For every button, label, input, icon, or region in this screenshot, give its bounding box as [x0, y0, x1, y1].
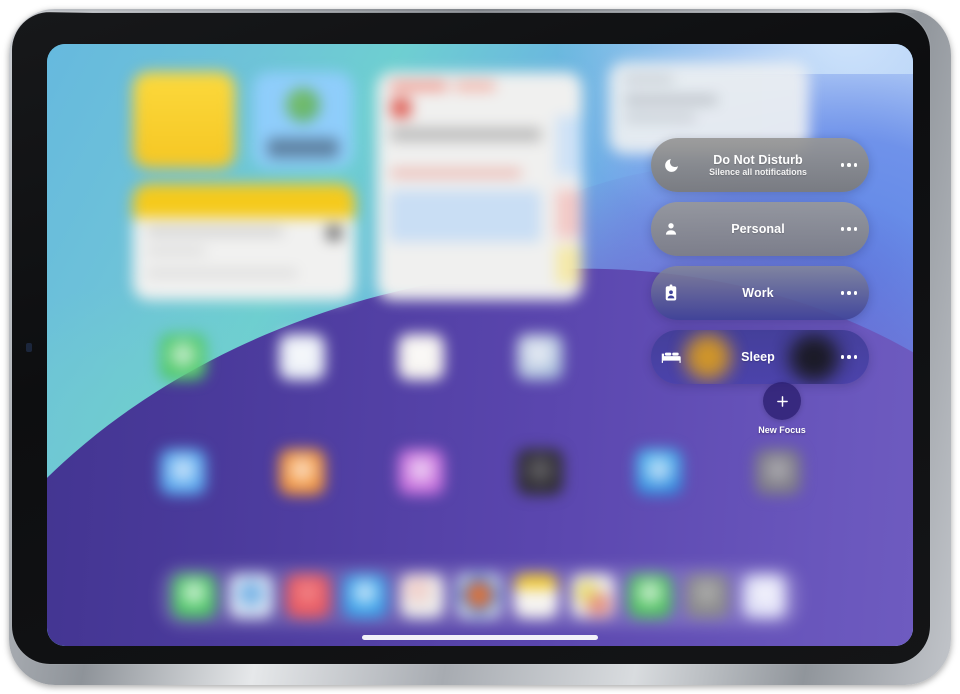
- ipad-screen: Do Not Disturb Silence all notifications…: [47, 44, 913, 646]
- dock-icon-notes[interactable]: [514, 574, 558, 618]
- focus-item-sleep[interactable]: Sleep: [651, 330, 869, 384]
- widget-text-bar: [267, 138, 339, 158]
- dock-icon-purple-white[interactable]: [742, 574, 786, 618]
- dock-icon-photos[interactable]: [457, 574, 501, 618]
- widget-line: [625, 114, 695, 121]
- focus-item-title: Do Not Disturb: [713, 152, 803, 167]
- dock-icon-green[interactable]: [172, 574, 216, 618]
- dock-icon-gray[interactable]: [685, 574, 729, 618]
- app-icon-photos-blue[interactable]: [636, 449, 682, 495]
- app-icon-white[interactable]: [398, 334, 444, 380]
- widget-line: [391, 128, 541, 141]
- widget-block: [556, 246, 582, 284]
- dock-icon-white[interactable]: [400, 574, 444, 618]
- ellipsis-icon[interactable]: [829, 227, 869, 231]
- focus-item-labels: Do Not Disturb Silence all notifications: [691, 153, 829, 178]
- person-icon: [651, 221, 691, 237]
- focus-panel: Do Not Disturb Silence all notifications…: [651, 138, 869, 394]
- dock-icon-red[interactable]: [286, 574, 330, 618]
- new-focus-button[interactable]: New Focus: [750, 382, 814, 435]
- dock-icon-green-2[interactable]: [628, 574, 672, 618]
- app-icon-gray[interactable]: [755, 449, 801, 495]
- plus-icon[interactable]: [763, 382, 801, 420]
- widget-line: [625, 76, 673, 83]
- app-icon-blue-white[interactable]: [279, 334, 325, 380]
- notes-wide-widget[interactable]: [133, 184, 355, 300]
- app-icon-green[interactable]: [160, 334, 206, 380]
- widget-avatar-icon: [286, 88, 320, 122]
- widget-block: [556, 116, 582, 176]
- widget-line: [147, 270, 297, 276]
- focus-item-do-not-disturb[interactable]: Do Not Disturb Silence all notifications: [651, 138, 869, 192]
- moon-icon: [651, 157, 691, 174]
- focus-item-labels: Personal: [691, 222, 829, 236]
- focus-item-title: Sleep: [741, 350, 775, 364]
- widget-line: [391, 82, 447, 90]
- focus-item-personal[interactable]: Personal: [651, 202, 869, 256]
- app-icon-colorful[interactable]: [517, 334, 563, 380]
- focus-item-labels: Sleep: [691, 350, 829, 364]
- widget-line: [147, 248, 205, 254]
- widget-block: [556, 190, 582, 238]
- app-icon-dark[interactable]: [517, 449, 563, 495]
- widget-header: [133, 184, 355, 218]
- ipad-side-marking: [26, 343, 32, 352]
- ellipsis-icon[interactable]: [829, 291, 869, 295]
- app-icon-magenta[interactable]: [398, 449, 444, 495]
- notes-square-widget[interactable]: [133, 72, 235, 168]
- ellipsis-icon[interactable]: [829, 163, 869, 167]
- mail-widget[interactable]: [377, 72, 582, 300]
- widget-badge: [391, 98, 411, 118]
- widget-thumbnail: [327, 226, 341, 240]
- focus-item-work[interactable]: Work: [651, 266, 869, 320]
- widget-line: [147, 228, 283, 235]
- focus-item-title: Personal: [731, 222, 785, 236]
- home-indicator-bar[interactable]: [362, 635, 598, 640]
- dock-icon-colorful[interactable]: [571, 574, 615, 618]
- dock-icon-blue[interactable]: [229, 574, 273, 618]
- screenshot-root: Do Not Disturb Silence all notifications…: [0, 0, 960, 694]
- bed-icon: [651, 350, 691, 365]
- widget-line: [391, 170, 521, 176]
- ellipsis-icon[interactable]: [829, 355, 869, 359]
- app-icon-lightblue[interactable]: [160, 449, 206, 495]
- widget-line: [455, 82, 495, 90]
- id-badge-icon: [651, 284, 691, 302]
- app-icon-orange[interactable]: [279, 449, 325, 495]
- focus-item-title: Work: [742, 286, 774, 300]
- dock-icon-skyblue[interactable]: [343, 574, 387, 618]
- widget-line: [625, 96, 717, 104]
- dock: [160, 566, 800, 628]
- focus-item-subtitle: Silence all notifications: [709, 166, 807, 177]
- new-focus-label: New Focus: [758, 425, 806, 435]
- focus-item-labels: Work: [691, 286, 829, 300]
- ipad-top-antenna-rail: [40, 9, 920, 13]
- widget-block: [389, 190, 541, 242]
- blue-square-widget[interactable]: [253, 72, 353, 168]
